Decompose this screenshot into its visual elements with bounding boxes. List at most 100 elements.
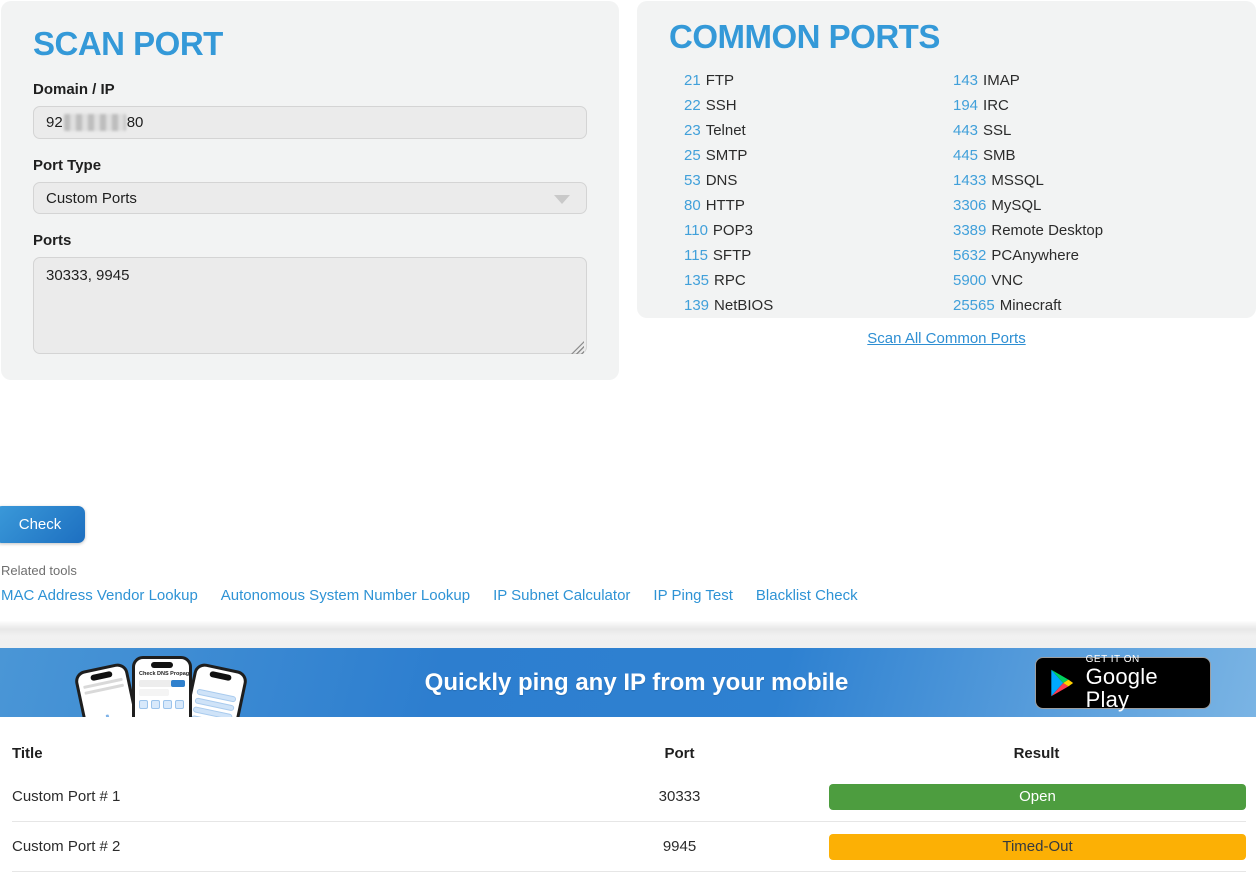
common-port-item: 5900 VNC	[953, 268, 1222, 293]
results-header-result: Result	[787, 745, 1246, 762]
related-tool-link[interactable]: Blacklist Check	[756, 587, 858, 604]
common-port-item: 25SMTP	[684, 143, 953, 168]
scan-all-common-ports-link[interactable]: Scan All Common Ports	[867, 330, 1025, 347]
port-name-label: MSSQL	[991, 172, 1044, 189]
port-name-label: SSL	[983, 122, 1011, 139]
port-number-link[interactable]: 53	[684, 172, 701, 189]
status-badge: Timed-Out	[829, 834, 1246, 860]
common-ports-title: COMMON PORTS	[669, 18, 1224, 56]
mobile-app-banner: Check DNS Propagation Quickly ping any I…	[0, 648, 1256, 717]
phone-notch	[151, 662, 173, 668]
results-header-port: Port	[572, 745, 787, 762]
common-port-item: 110 POP3	[684, 218, 953, 243]
related-tool-link[interactable]: MAC Address Vendor Lookup	[1, 587, 198, 604]
port-number-link[interactable]: 3306	[953, 197, 986, 214]
port-name-label: IRC	[983, 97, 1009, 114]
port-number-link[interactable]: 445	[953, 147, 978, 164]
related-tool-link[interactable]: Autonomous System Number Lookup	[221, 587, 470, 604]
phone-screen-title: Check DNS Propagation	[135, 670, 189, 678]
table-row: Custom Port # 130333 Open	[12, 772, 1246, 822]
row-title: Custom Port # 1	[12, 788, 572, 805]
common-port-item: 194 IRC	[953, 93, 1222, 118]
port-number-link[interactable]: 25565	[953, 297, 995, 314]
phone-button	[171, 680, 185, 687]
check-button[interactable]: Check	[0, 506, 85, 543]
google-play-label: Google Play	[1086, 665, 1198, 711]
port-number-link[interactable]: 443	[953, 122, 978, 139]
domain-ip-input[interactable]: 92 80	[33, 106, 587, 139]
status-badge: Open	[829, 784, 1246, 810]
port-name-label: SFTP	[713, 247, 751, 264]
port-number-link[interactable]: 22	[684, 97, 701, 114]
scan-port-title: SCAN PORT	[33, 25, 587, 63]
common-port-item: 135 RPC	[684, 268, 953, 293]
port-name-label: PCAnywhere	[991, 247, 1079, 264]
port-name-label: Remote Desktop	[991, 222, 1103, 239]
phone-input-row	[139, 680, 185, 687]
related-tool-link[interactable]: IP Ping Test	[653, 587, 733, 604]
port-number-link[interactable]: 23	[684, 122, 701, 139]
scan-port-panel: SCAN PORT Domain / IP 92 80 Port Type Cu…	[1, 1, 619, 380]
ports-label: Ports	[33, 232, 587, 249]
port-name-label: IMAP	[983, 72, 1020, 89]
phone-tool-grid	[139, 700, 185, 709]
port-type-selected-value: Custom Ports	[46, 190, 137, 207]
port-name-label: POP3	[713, 222, 753, 239]
port-number-link[interactable]: 80	[684, 197, 701, 214]
common-ports-right-column: 143IMAP194IRC443SSL445SMB1433MSSQL3306My…	[953, 68, 1222, 318]
phone-notch	[209, 671, 232, 681]
port-number-link[interactable]: 135	[684, 272, 709, 289]
table-row: Custom Port # 29945Timed-Out	[12, 822, 1246, 872]
banner-headline: Quickly ping any IP from your mobile	[425, 669, 849, 697]
port-number-link[interactable]: 1433	[953, 172, 986, 189]
results-header-row: Title Port Result	[12, 717, 1246, 772]
common-port-item: 21FTP	[684, 68, 953, 93]
port-name-label: RPC	[714, 272, 746, 289]
port-name-label: VNC	[991, 272, 1023, 289]
port-type-select[interactable]: Custom Ports	[33, 182, 587, 214]
phone-result-pills	[185, 688, 241, 717]
port-name-label: NetBIOS	[714, 297, 773, 314]
port-number-link[interactable]: 5900	[953, 272, 986, 289]
common-port-item: 443 SSL	[953, 118, 1222, 143]
common-port-item: 23 Telnet	[684, 118, 953, 143]
port-name-label: MySQL	[991, 197, 1041, 214]
google-play-badge[interactable]: GET IT ON Google Play	[1035, 657, 1211, 709]
port-number-link[interactable]: 25	[684, 147, 701, 164]
common-port-item: 115 SFTP	[684, 243, 953, 268]
ports-textarea[interactable]: 30333, 9945	[33, 257, 587, 354]
phone-row	[139, 689, 169, 696]
common-port-item: 139 NetBIOS	[684, 293, 953, 318]
port-number-link[interactable]: 21	[684, 72, 701, 89]
common-ports-left-column: 21FTP22SSH 23 Telnet 25SMTP53DNS 80 HTTP 110 PO…	[684, 68, 953, 318]
common-ports-panel: COMMON PORTS 21FTP22SSH 23 Telnet 25SMTP53D…	[637, 1, 1256, 318]
port-number-link[interactable]: 139	[684, 297, 709, 314]
common-port-item: 25565 Minecraft	[953, 293, 1222, 318]
domain-ip-value-start: 92	[46, 114, 63, 131]
row-port: 30333	[572, 788, 787, 805]
common-port-item: 53DNS	[684, 168, 953, 193]
port-name-label: HTTP	[706, 197, 745, 214]
port-number-link[interactable]: 143	[953, 72, 978, 89]
results-body: Custom Port # 130333OpenCustom Port # 29…	[12, 772, 1246, 872]
port-number-link[interactable]: 3389	[953, 222, 986, 239]
common-port-item: 1433 MSSQL	[953, 168, 1222, 193]
google-play-text: GET IT ON Google Play	[1086, 655, 1198, 712]
scan-all-wrap: Scan All Common Ports	[637, 330, 1256, 348]
scan-results-table: Title Port Result Custom Port # 130333 Op…	[0, 717, 1256, 872]
related-tool-link[interactable]: IP Subnet Calculator	[493, 587, 630, 604]
common-ports-columns: 21FTP22SSH 23 Telnet 25SMTP53DNS 80 HTTP 110 PO…	[669, 68, 1224, 318]
google-play-icon	[1048, 666, 1076, 700]
port-name-label: Telnet	[706, 122, 746, 139]
port-name-label: Minecraft	[1000, 297, 1062, 314]
related-tools-links: MAC Address Vendor Lookup Autonomous Syst…	[1, 587, 858, 604]
port-number-link[interactable]: 110	[684, 222, 708, 239]
common-port-item: 22SSH	[684, 93, 953, 118]
related-tools-label: Related tools	[1, 563, 77, 578]
port-number-link[interactable]: 5632	[953, 247, 986, 264]
port-number-link[interactable]: 115	[684, 247, 708, 264]
row-port: 9945	[572, 838, 787, 855]
results-header-title: Title	[12, 745, 572, 762]
port-number-link[interactable]: 194	[953, 97, 978, 114]
port-scan-page: SCAN PORT Domain / IP 92 80 Port Type Cu…	[0, 0, 1256, 875]
